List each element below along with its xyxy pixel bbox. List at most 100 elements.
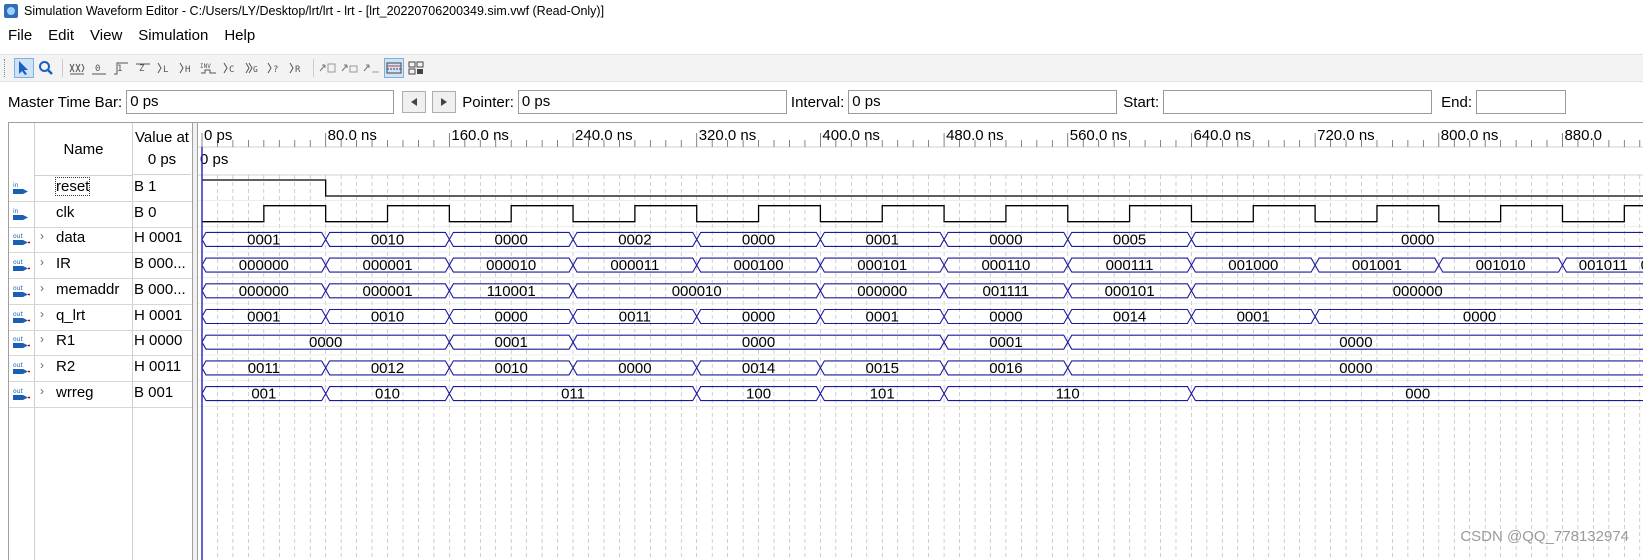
- bus-value-label: 0000: [1401, 231, 1434, 248]
- expand-chevron-icon[interactable]: ›: [40, 384, 44, 398]
- bus-value-label: 011: [561, 386, 585, 403]
- svg-text:out: out: [13, 336, 23, 343]
- time-tick-label: 0 ps: [204, 127, 232, 144]
- waveform-r2: 0011 0012 0010 0000 0014 0015 0016 0000: [201, 360, 1643, 377]
- bus-value-label: 0000: [989, 231, 1022, 248]
- start-field[interactable]: [1163, 90, 1433, 114]
- start-label: Start:: [1123, 93, 1160, 111]
- svg-text:C: C: [229, 65, 234, 75]
- master-time-bar-field[interactable]: 0 ps: [126, 90, 395, 114]
- selection-tool-icon[interactable]: [14, 58, 34, 78]
- forcing-low-icon[interactable]: 0: [89, 58, 109, 78]
- bus-value-label: 000000: [239, 257, 289, 274]
- name-column-header[interactable]: Name: [35, 123, 133, 176]
- pointer-field[interactable]: 0 ps: [517, 90, 787, 114]
- svg-text:out: out: [13, 362, 23, 369]
- bus-value-label: 000000: [239, 283, 289, 300]
- signal-name: R2: [56, 357, 76, 375]
- time-tick-label: 640.0 ns: [1193, 127, 1251, 144]
- signal-row-r2[interactable]: out › R2 H 0011: [9, 355, 192, 382]
- bus-value-label: 001001: [1352, 257, 1402, 274]
- random-value-icon[interactable]: R: [287, 58, 307, 78]
- expand-chevron-icon[interactable]: ›: [40, 255, 44, 269]
- end-label: End:: [1441, 93, 1472, 111]
- signal-row-data[interactable]: out › data H 0001: [9, 226, 192, 254]
- expand-chevron-icon[interactable]: ›: [40, 332, 44, 346]
- menu-view[interactable]: View: [82, 24, 130, 48]
- count-value-icon[interactable]: C: [221, 58, 241, 78]
- expand-chevron-icon[interactable]: ›: [40, 307, 44, 321]
- bus-value-label: 101: [870, 386, 895, 403]
- output-pin-icon: out: [13, 311, 30, 323]
- bus-value-label: 000: [1405, 386, 1430, 403]
- grid-view-icon[interactable]: [384, 58, 404, 78]
- menu-help[interactable]: Help: [216, 24, 263, 48]
- high-impedance-icon[interactable]: Z: [133, 58, 153, 78]
- snap-grid-3-icon[interactable]: [362, 58, 382, 78]
- title-bar: Simulation Waveform Editor - C:/Users/LY…: [0, 0, 1643, 22]
- waveform-canvas[interactable]: 0 ps 80.0 ns 160.0 ns 240.0 ns 320.0 ns 400.0…: [198, 123, 1643, 560]
- value-at-time: 0 ps: [147, 151, 177, 168]
- time-tick-label: 560.0 ns: [1070, 127, 1128, 144]
- expand-chevron-icon[interactable]: ›: [40, 229, 44, 243]
- bus-value-label: 0001: [866, 231, 899, 248]
- bus-value-label: 0001: [866, 309, 899, 326]
- svg-text:in: in: [13, 182, 19, 189]
- bus-value-label: 0010: [371, 309, 404, 326]
- bus-value-label: 110: [1056, 386, 1080, 403]
- bus-value-label: 0012: [371, 360, 404, 377]
- signal-row-clk[interactable]: in clk B 0: [9, 201, 192, 228]
- signal-row-wrreg[interactable]: out › wrreg B 001: [9, 381, 192, 408]
- signal-value: H 0000: [134, 332, 183, 350]
- bus-value-label: 0000: [618, 360, 651, 377]
- end-field[interactable]: [1475, 90, 1566, 114]
- svg-text:H: H: [185, 65, 190, 75]
- bus-value-label: 001010: [1476, 257, 1526, 274]
- clock-value-icon[interactable]: G: [243, 58, 263, 78]
- signal-row-reset[interactable]: in reset B 1: [9, 175, 192, 202]
- output-pin-icon: out: [13, 388, 30, 400]
- output-pin-icon: out: [13, 285, 30, 297]
- arbitrary-value-icon[interactable]: ?: [265, 58, 285, 78]
- bus-value-label: 001011: [1579, 257, 1628, 274]
- signal-value: B 0: [134, 203, 157, 221]
- input-pin-icon: in: [13, 208, 28, 220]
- interval-field[interactable]: 0 ps: [848, 90, 1118, 114]
- weak-high-icon[interactable]: H: [177, 58, 197, 78]
- signal-name: q_lrt: [56, 306, 86, 324]
- menu-edit[interactable]: Edit: [40, 24, 82, 48]
- svg-text:INV: INV: [200, 63, 211, 70]
- menu-simulation[interactable]: Simulation: [130, 24, 216, 48]
- value-column-header[interactable]: Value at 0 ps: [133, 123, 191, 175]
- time-tick-label: 400.0 ns: [822, 127, 880, 144]
- bus-value-label: 0001: [1237, 309, 1270, 326]
- menu-file[interactable]: File: [0, 24, 40, 48]
- expand-chevron-icon[interactable]: ›: [40, 358, 44, 372]
- signal-row-r1[interactable]: out › R1 H 0000: [9, 329, 192, 357]
- time-tick-label: 800.0 ns: [1441, 127, 1499, 144]
- next-transition-button[interactable]: [432, 91, 457, 113]
- zoom-tool-icon[interactable]: [36, 58, 56, 78]
- snap-to-grid-icon[interactable]: [318, 58, 338, 78]
- bus-value-label: 0000: [1463, 309, 1496, 326]
- bus-value-label: 000001: [362, 257, 412, 274]
- signal-row-ir[interactable]: out › IR B 000...: [9, 252, 192, 280]
- signal-value: B 000...: [134, 255, 186, 273]
- signal-row-memaddr[interactable]: out › memaddr B 000...: [9, 278, 192, 305]
- snap-grid-2-icon[interactable]: [340, 58, 360, 78]
- signal-name: reset: [54, 177, 91, 196]
- time-tick-label: 880.0: [1564, 127, 1602, 144]
- forcing-unknown-icon[interactable]: [67, 58, 87, 78]
- expand-chevron-icon[interactable]: ›: [40, 281, 44, 295]
- toolbar-grip[interactable]: [4, 59, 8, 77]
- panes-icon[interactable]: [406, 58, 426, 78]
- signal-row-q-lrt[interactable]: out › q_lrt H 0001: [9, 304, 192, 331]
- weak-low-icon[interactable]: L: [155, 58, 175, 78]
- forcing-high-icon[interactable]: 1: [111, 58, 131, 78]
- svg-text:out: out: [13, 233, 23, 240]
- invert-icon[interactable]: INV: [199, 58, 219, 78]
- previous-transition-button[interactable]: [402, 91, 427, 113]
- master-time-bar-label: Master Time Bar:: [8, 93, 123, 111]
- waveform-area[interactable]: 0 ps 80.0 ns 160.0 ns 240.0 ns 320.0 ns 400.0…: [198, 123, 1643, 560]
- svg-text:L: L: [163, 65, 168, 75]
